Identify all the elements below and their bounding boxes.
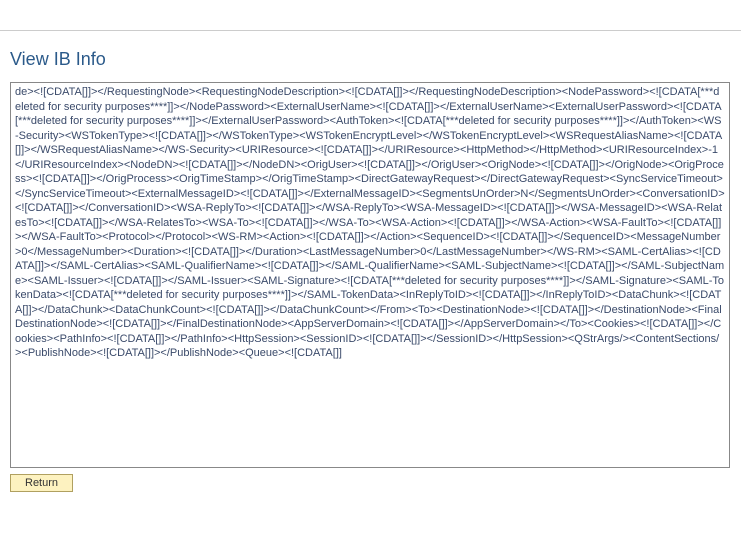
xml-raw-text: de><![CDATA[]]></RequestingNode><Request… — [11, 83, 729, 363]
page-title: View IB Info — [0, 31, 741, 82]
button-row: Return — [0, 468, 741, 498]
return-button[interactable]: Return — [10, 474, 73, 492]
xml-content-box[interactable]: de><![CDATA[]]></RequestingNode><Request… — [10, 82, 730, 468]
